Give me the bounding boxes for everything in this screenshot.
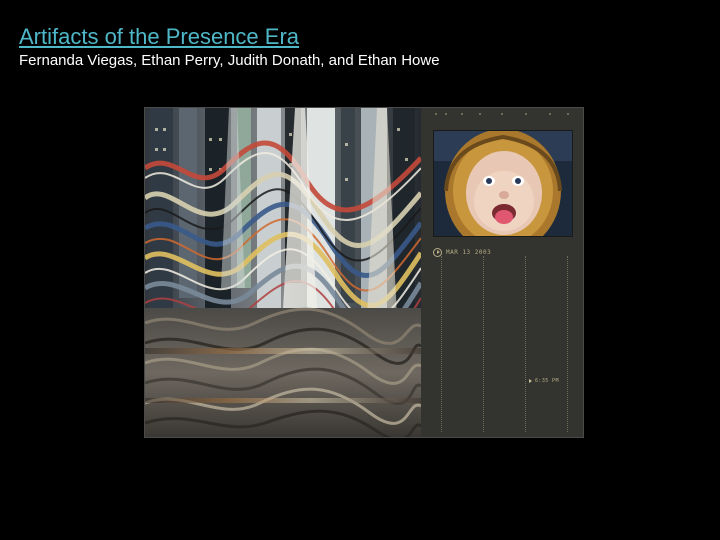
timeline-track-4 — [567, 256, 568, 432]
authors-line: Fernanda Viegas, Ethan Perry, Judith Don… — [19, 52, 440, 69]
triangle-marker-icon[interactable] — [529, 379, 532, 383]
panel-top-strip — [435, 113, 569, 115]
video-slice-collage — [145, 108, 421, 437]
timeline-track-3 — [525, 256, 526, 432]
time-label: 6:35 PM — [535, 378, 559, 384]
artifact-image: MAR 13 2003 6:35 PM — [144, 107, 584, 438]
webcam-portrait — [433, 130, 573, 237]
slide: Artifacts of the Presence Era Fernanda V… — [0, 0, 720, 540]
timeline-track-2 — [483, 256, 484, 432]
time-row: 6:35 PM — [529, 378, 559, 384]
presence-side-panel: MAR 13 2003 6:35 PM — [421, 108, 583, 437]
date-label: MAR 13 2003 — [446, 248, 492, 256]
title-link[interactable]: Artifacts of the Presence Era — [19, 24, 299, 50]
timeline-track-1 — [441, 256, 442, 432]
